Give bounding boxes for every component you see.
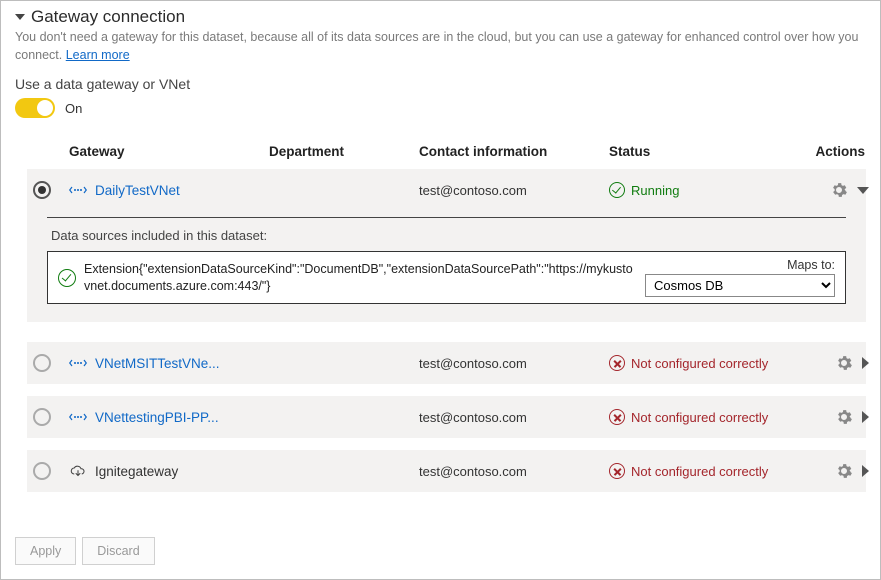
gateway-status: Running bbox=[609, 182, 809, 198]
gateway-radio[interactable] bbox=[33, 181, 51, 199]
gear-icon[interactable] bbox=[836, 463, 852, 479]
gateway-status: Not configured correctly bbox=[609, 463, 809, 479]
chevron-right-icon[interactable] bbox=[862, 357, 869, 369]
col-gateway: Gateway bbox=[69, 144, 269, 159]
gateway-contact: test@contoso.com bbox=[419, 356, 609, 371]
vnet-icon bbox=[69, 183, 87, 197]
section-description: You don't need a gateway for this datase… bbox=[15, 29, 866, 64]
status-ok-icon bbox=[58, 269, 76, 287]
col-department: Department bbox=[269, 144, 419, 159]
chevron-right-icon[interactable] bbox=[862, 411, 869, 423]
discard-button[interactable]: Discard bbox=[82, 537, 154, 565]
gateway-row[interactable]: DailyTestVNet test@contoso.com Running bbox=[27, 169, 866, 211]
gateway-row[interactable]: Ignitegateway test@contoso.com Not confi… bbox=[27, 450, 866, 492]
gateway-contact: test@contoso.com bbox=[419, 464, 609, 479]
vnet-icon bbox=[69, 410, 87, 424]
status-error-icon bbox=[609, 355, 625, 371]
datasource-text: Extension{"extensionDataSourceKind":"Doc… bbox=[84, 261, 637, 295]
use-gateway-label: Use a data gateway or VNet bbox=[15, 76, 866, 92]
datasource-box: Extension{"extensionDataSourceKind":"Doc… bbox=[47, 251, 846, 304]
gateway-toggle-state: On bbox=[65, 101, 82, 116]
gateway-name[interactable]: VNettestingPBI-PP... bbox=[95, 410, 219, 425]
gateway-name[interactable]: DailyTestVNet bbox=[95, 183, 180, 198]
gateway-name[interactable]: Ignitegateway bbox=[95, 464, 178, 479]
gateway-connection-panel: Gateway connection You don't need a gate… bbox=[0, 0, 881, 580]
gateway-row[interactable]: VNettestingPBI-PP... test@contoso.com No… bbox=[27, 396, 866, 438]
maps-to-select[interactable]: Cosmos DB bbox=[645, 274, 835, 297]
col-contact: Contact information bbox=[419, 144, 609, 159]
gateway-radio[interactable] bbox=[33, 408, 51, 426]
gateway-radio[interactable] bbox=[33, 354, 51, 372]
gateway-radio[interactable] bbox=[33, 462, 51, 480]
gateway-row[interactable]: VNetMSITTestVNe... test@contoso.com Not … bbox=[27, 342, 866, 384]
col-actions: Actions bbox=[809, 144, 869, 159]
gear-icon[interactable] bbox=[831, 182, 847, 198]
gateway-contact: test@contoso.com bbox=[419, 410, 609, 425]
vnet-icon bbox=[69, 356, 87, 370]
gear-icon[interactable] bbox=[836, 355, 852, 371]
gateway-toggle[interactable] bbox=[15, 98, 55, 118]
table-header: Gateway Department Contact information S… bbox=[27, 136, 866, 169]
status-error-icon bbox=[609, 463, 625, 479]
datasource-panel: Data sources included in this dataset: E… bbox=[27, 211, 866, 322]
chevron-down-icon[interactable] bbox=[857, 187, 869, 194]
gateway-table: Gateway Department Contact information S… bbox=[27, 136, 866, 492]
gateway-status: Not configured correctly bbox=[609, 409, 809, 425]
chevron-right-icon[interactable] bbox=[862, 465, 869, 477]
gateway-status: Not configured correctly bbox=[609, 355, 809, 371]
datasource-heading: Data sources included in this dataset: bbox=[51, 228, 846, 243]
section-title: Gateway connection bbox=[31, 7, 185, 27]
cloud-gateway-icon bbox=[69, 464, 87, 478]
collapse-caret-icon[interactable] bbox=[15, 14, 25, 20]
section-header[interactable]: Gateway connection bbox=[15, 7, 866, 27]
gateway-contact: test@contoso.com bbox=[419, 183, 609, 198]
apply-button[interactable]: Apply bbox=[15, 537, 76, 565]
gear-icon[interactable] bbox=[836, 409, 852, 425]
maps-to-label: Maps to: bbox=[645, 258, 835, 272]
gateway-name[interactable]: VNetMSITTestVNe... bbox=[95, 356, 220, 371]
learn-more-link[interactable]: Learn more bbox=[66, 48, 130, 62]
status-ok-icon bbox=[609, 182, 625, 198]
status-error-icon bbox=[609, 409, 625, 425]
col-status: Status bbox=[609, 144, 809, 159]
